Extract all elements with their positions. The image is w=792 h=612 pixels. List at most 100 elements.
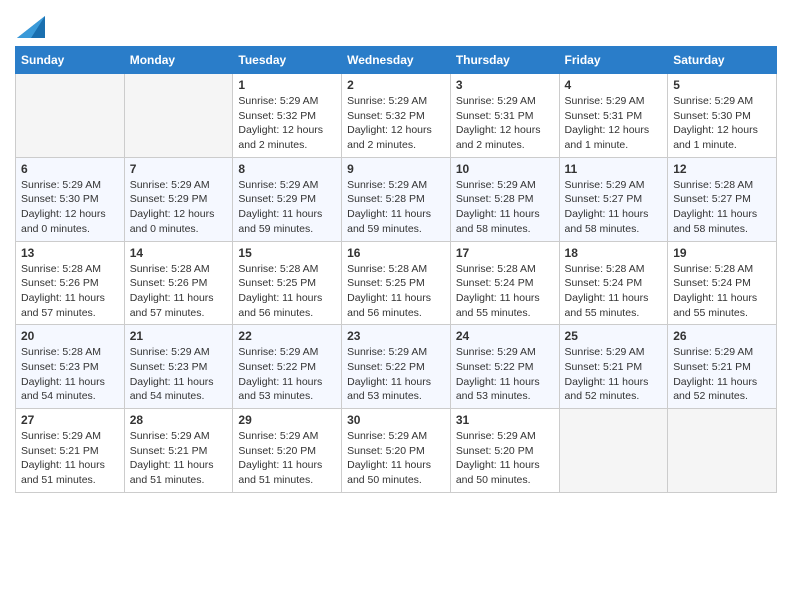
day-detail: Sunrise: 5:28 AM Sunset: 5:23 PM Dayligh… [21,345,119,404]
day-detail: Sunrise: 5:29 AM Sunset: 5:30 PM Dayligh… [21,178,119,237]
calendar-week-4: 20 Sunrise: 5:28 AM Sunset: 5:23 PM Dayli… [16,325,777,409]
day-number: 11 [565,162,663,176]
calendar-cell: 19 Sunrise: 5:28 AM Sunset: 5:24 PM Dayli… [668,241,777,325]
day-detail: Sunrise: 5:29 AM Sunset: 5:31 PM Dayligh… [565,94,663,153]
day-number: 7 [130,162,228,176]
calendar-table: SundayMondayTuesdayWednesdayThursdayFrid… [15,46,777,493]
day-detail: Sunrise: 5:29 AM Sunset: 5:22 PM Dayligh… [238,345,336,404]
day-detail: Sunrise: 5:29 AM Sunset: 5:29 PM Dayligh… [130,178,228,237]
day-number: 5 [673,78,771,92]
day-number: 4 [565,78,663,92]
day-detail: Sunrise: 5:29 AM Sunset: 5:21 PM Dayligh… [673,345,771,404]
day-number: 9 [347,162,445,176]
calendar-cell: 16 Sunrise: 5:28 AM Sunset: 5:25 PM Dayli… [342,241,451,325]
day-detail: Sunrise: 5:28 AM Sunset: 5:25 PM Dayligh… [347,262,445,321]
day-detail: Sunrise: 5:29 AM Sunset: 5:28 PM Dayligh… [347,178,445,237]
day-number: 16 [347,246,445,260]
day-number: 14 [130,246,228,260]
day-detail: Sunrise: 5:28 AM Sunset: 5:24 PM Dayligh… [456,262,554,321]
calendar-week-2: 6 Sunrise: 5:29 AM Sunset: 5:30 PM Daylig… [16,157,777,241]
day-detail: Sunrise: 5:29 AM Sunset: 5:20 PM Dayligh… [456,429,554,488]
header-thursday: Thursday [450,47,559,74]
calendar-cell: 4 Sunrise: 5:29 AM Sunset: 5:31 PM Daylig… [559,74,668,158]
calendar-cell: 26 Sunrise: 5:29 AM Sunset: 5:21 PM Dayli… [668,325,777,409]
day-detail: Sunrise: 5:29 AM Sunset: 5:27 PM Dayligh… [565,178,663,237]
header [15,10,777,38]
day-number: 28 [130,413,228,427]
day-detail: Sunrise: 5:29 AM Sunset: 5:32 PM Dayligh… [238,94,336,153]
calendar-cell: 7 Sunrise: 5:29 AM Sunset: 5:29 PM Daylig… [124,157,233,241]
calendar-cell: 18 Sunrise: 5:28 AM Sunset: 5:24 PM Dayli… [559,241,668,325]
day-number: 29 [238,413,336,427]
day-number: 3 [456,78,554,92]
day-detail: Sunrise: 5:29 AM Sunset: 5:32 PM Dayligh… [347,94,445,153]
calendar-week-5: 27 Sunrise: 5:29 AM Sunset: 5:21 PM Dayli… [16,409,777,493]
calendar-cell: 2 Sunrise: 5:29 AM Sunset: 5:32 PM Daylig… [342,74,451,158]
calendar-cell: 15 Sunrise: 5:28 AM Sunset: 5:25 PM Dayli… [233,241,342,325]
calendar-cell: 27Sunrise: 5:29 AM Sunset: 5:21 PM Dayli… [16,409,125,493]
calendar-cell: 28 Sunrise: 5:29 AM Sunset: 5:21 PM Dayli… [124,409,233,493]
day-detail: Sunrise: 5:28 AM Sunset: 5:25 PM Dayligh… [238,262,336,321]
day-number: 19 [673,246,771,260]
day-detail: Sunrise: 5:28 AM Sunset: 5:27 PM Dayligh… [673,178,771,237]
header-sunday: Sunday [16,47,125,74]
calendar-cell: 10Sunrise: 5:29 AM Sunset: 5:28 PM Dayli… [450,157,559,241]
calendar-cell [668,409,777,493]
day-number: 23 [347,329,445,343]
day-number: 13 [21,246,119,260]
day-number: 31 [456,413,554,427]
calendar-cell: 21 Sunrise: 5:29 AM Sunset: 5:23 PM Dayli… [124,325,233,409]
calendar-cell [124,74,233,158]
day-number: 20 [21,329,119,343]
day-number: 27 [21,413,119,427]
calendar-cell: 17 Sunrise: 5:28 AM Sunset: 5:24 PM Dayli… [450,241,559,325]
calendar-cell: 30Sunrise: 5:29 AM Sunset: 5:20 PM Dayli… [342,409,451,493]
day-number: 15 [238,246,336,260]
day-detail: Sunrise: 5:29 AM Sunset: 5:22 PM Dayligh… [347,345,445,404]
day-number: 26 [673,329,771,343]
day-number: 10 [456,162,554,176]
calendar-cell: 13 Sunrise: 5:28 AM Sunset: 5:26 PM Dayli… [16,241,125,325]
day-number: 21 [130,329,228,343]
header-monday: Monday [124,47,233,74]
calendar-cell [559,409,668,493]
day-number: 2 [347,78,445,92]
calendar-cell: 11 Sunrise: 5:29 AM Sunset: 5:27 PM Dayli… [559,157,668,241]
calendar-cell: 12 Sunrise: 5:28 AM Sunset: 5:27 PM Dayli… [668,157,777,241]
day-number: 17 [456,246,554,260]
calendar-cell: 3 Sunrise: 5:29 AM Sunset: 5:31 PM Daylig… [450,74,559,158]
calendar-cell: 8Sunrise: 5:29 AM Sunset: 5:29 PM Daylig… [233,157,342,241]
day-detail: Sunrise: 5:29 AM Sunset: 5:21 PM Dayligh… [130,429,228,488]
day-detail: Sunrise: 5:29 AM Sunset: 5:29 PM Dayligh… [238,178,336,237]
calendar-cell [16,74,125,158]
day-detail: Sunrise: 5:28 AM Sunset: 5:26 PM Dayligh… [130,262,228,321]
header-friday: Friday [559,47,668,74]
day-detail: Sunrise: 5:28 AM Sunset: 5:24 PM Dayligh… [565,262,663,321]
day-detail: Sunrise: 5:29 AM Sunset: 5:31 PM Dayligh… [456,94,554,153]
calendar-cell: 31 Sunrise: 5:29 AM Sunset: 5:20 PM Dayli… [450,409,559,493]
logo-icon [17,6,45,38]
day-detail: Sunrise: 5:28 AM Sunset: 5:24 PM Dayligh… [673,262,771,321]
calendar-cell: 14 Sunrise: 5:28 AM Sunset: 5:26 PM Dayli… [124,241,233,325]
day-number: 18 [565,246,663,260]
day-number: 12 [673,162,771,176]
day-detail: Sunrise: 5:29 AM Sunset: 5:30 PM Dayligh… [673,94,771,153]
calendar-cell: 23 Sunrise: 5:29 AM Sunset: 5:22 PM Dayli… [342,325,451,409]
header-saturday: Saturday [668,47,777,74]
day-detail: Sunrise: 5:28 AM Sunset: 5:26 PM Dayligh… [21,262,119,321]
logo [15,10,45,38]
day-detail: Sunrise: 5:29 AM Sunset: 5:21 PM Dayligh… [565,345,663,404]
page: SundayMondayTuesdayWednesdayThursdayFrid… [0,0,792,612]
day-number: 1 [238,78,336,92]
day-detail: Sunrise: 5:29 AM Sunset: 5:23 PM Dayligh… [130,345,228,404]
day-number: 25 [565,329,663,343]
day-number: 24 [456,329,554,343]
calendar-cell: 22Sunrise: 5:29 AM Sunset: 5:22 PM Dayli… [233,325,342,409]
day-number: 6 [21,162,119,176]
header-wednesday: Wednesday [342,47,451,74]
day-detail: Sunrise: 5:29 AM Sunset: 5:20 PM Dayligh… [238,429,336,488]
calendar-cell: 25 Sunrise: 5:29 AM Sunset: 5:21 PM Dayli… [559,325,668,409]
calendar-week-1: 1 Sunrise: 5:29 AM Sunset: 5:32 PM Daylig… [16,74,777,158]
calendar-cell: 24Sunrise: 5:29 AM Sunset: 5:22 PM Dayli… [450,325,559,409]
calendar-cell: 29 Sunrise: 5:29 AM Sunset: 5:20 PM Dayli… [233,409,342,493]
